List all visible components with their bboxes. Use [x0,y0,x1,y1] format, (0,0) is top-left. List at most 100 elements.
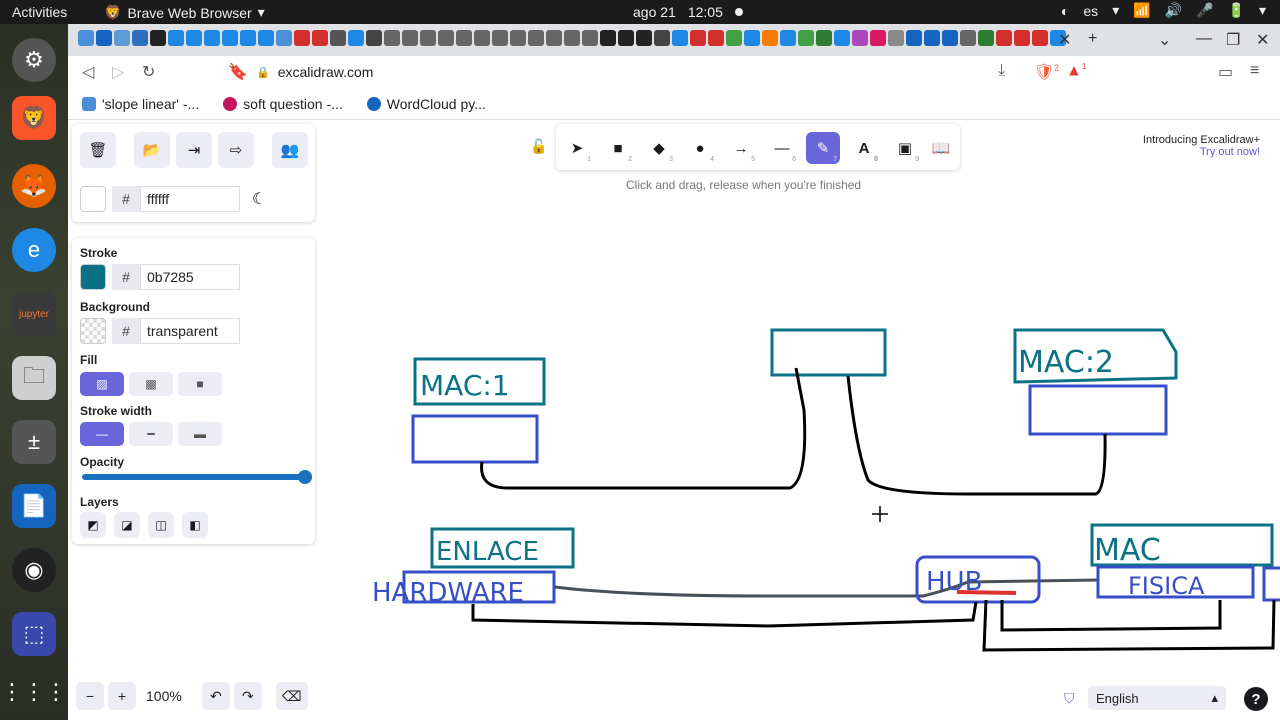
brave-icon[interactable]: 🦁 [12,96,56,140]
back-button[interactable]: ◁ [82,62,94,82]
brave-shields-icon[interactable]: 🛡2 [1034,62,1059,82]
tab-favicon-icon[interactable] [330,30,346,46]
image-tool[interactable]: ▣ 9 [888,132,922,164]
cable-line[interactable] [554,578,1099,598]
diamond-tool[interactable]: ◆ 3 [642,132,676,164]
reload-button[interactable]: ↻ [142,62,155,82]
opacity-slider-thumb[interactable] [298,470,312,484]
mac1-text[interactable]: MAC:1 [420,369,510,402]
activities-button[interactable]: Activities [12,4,67,20]
forward-button[interactable]: ▷ [112,62,124,82]
clock[interactable]: ago 21 12:05 [633,4,743,20]
tab-favicon-icon[interactable] [654,30,670,46]
trash-icon[interactable]: 🗑 [80,132,116,168]
tab-favicon-icon[interactable] [96,30,112,46]
tab-favicon-icon[interactable] [384,30,400,46]
tab-favicon-icon[interactable] [1014,30,1030,46]
promo-banner[interactable]: Introducing Excalidraw+ Try out now! [1143,134,1260,158]
jupyter-icon[interactable]: jupyter [12,292,56,336]
tab-favicon-icon[interactable] [762,30,778,46]
partial-box[interactable] [1262,566,1280,602]
edge-icon[interactable]: e [12,228,56,272]
tab-favicon-icon[interactable] [834,30,850,46]
brave-rewards-icon[interactable]: ▲1 [1066,62,1086,80]
tab-favicon-icon[interactable] [672,30,688,46]
lock-tool-icon[interactable]: 🔓 [530,138,547,155]
tab-favicon-icon[interactable] [528,30,544,46]
tab-favicon-icon[interactable] [708,30,724,46]
tab-favicon-icon[interactable] [222,30,238,46]
tab-favicon-icon[interactable] [186,30,202,46]
fill-hachure-option[interactable]: ▨ [80,372,124,396]
firefox-icon[interactable]: 🦊 [12,164,56,208]
stroke-extra-bold-option[interactable]: ▬ [178,422,222,446]
stroke-thin-option[interactable]: — [80,422,124,446]
opacity-slider[interactable] [82,470,312,484]
tab-favicon-icon[interactable] [600,30,616,46]
screenshot-icon[interactable]: ⬚ [12,612,56,656]
tab-favicon-icon[interactable] [348,30,364,46]
wire-line[interactable] [1000,600,1222,632]
tab-favicon-icon[interactable] [78,30,94,46]
tab-favicon-icon[interactable] [618,30,634,46]
tab-favicon-icon[interactable] [492,30,508,46]
bookmark-item[interactable]: soft question -... [223,96,343,112]
tab-favicon-icon[interactable] [780,30,796,46]
collaboration-icon[interactable]: 👥 [272,132,308,168]
line-tool[interactable]: —6 [765,132,799,164]
app-menu[interactable]: 🦁 Brave Web Browser ▾ [104,4,265,21]
background-swatch[interactable] [80,318,106,344]
tab-favicon-icon[interactable] [114,30,130,46]
enlace-text[interactable]: ENLACE [436,537,539,567]
undo-icon[interactable]: ↶ [201,682,230,710]
eraser-icon[interactable]: ⌫ [275,682,308,710]
writer-icon[interactable]: 📄 [12,484,56,528]
rectangle-tool[interactable]: ■ 2 [601,132,635,164]
tab-favicon-icon[interactable] [276,30,292,46]
bookmark-item[interactable]: 'slope linear' -... [82,96,199,112]
minimize-button[interactable]: — [1196,30,1212,48]
red-mark-line[interactable] [956,590,1017,595]
tab-favicon-icon[interactable] [150,30,166,46]
tab-favicon-icon[interactable] [726,30,742,46]
system-tray[interactable]: ◐ es ▾ 📶 🔊 🎤 🔋 ▾ [1061,2,1266,19]
apps-grid-icon[interactable]: ⋮⋮⋮ [1,670,67,714]
tab-favicon-icon[interactable] [564,30,580,46]
address-bar[interactable]: 🔒 excalidraw.com [256,60,1020,84]
bookmark-icon[interactable]: 🔖 [228,62,248,82]
send-to-back-icon[interactable]: ◩ [80,512,106,538]
zoom-out-button[interactable]: − [76,682,104,710]
tab-favicon-icon[interactable] [1032,30,1048,46]
tab-favicon-icon[interactable] [546,30,562,46]
wallet-icon[interactable]: ▭ [1218,62,1233,82]
mac1-box[interactable] [411,414,539,464]
tab-favicon-icon[interactable] [942,30,958,46]
tab-favicon-icon[interactable] [312,30,328,46]
obs-icon[interactable]: ◉ [12,548,56,592]
download-icon[interactable]: ⤓ [998,62,1005,80]
zoom-in-button[interactable]: + [108,682,136,710]
bring-to-front-icon[interactable]: ◧ [182,512,208,538]
open-folder-icon[interactable]: 📂 [134,132,170,168]
mac2-text[interactable]: MAC:2 [1018,345,1114,380]
tab-favicon-icon[interactable] [582,30,598,46]
draw-tool[interactable]: ✎ 7 [806,132,840,164]
tab-favicon-icon[interactable] [168,30,184,46]
fisica-text[interactable]: FISICA [1128,572,1205,600]
tab-favicon-icon[interactable] [978,30,994,46]
mac-text[interactable]: MAC [1094,533,1161,568]
close-window-button[interactable]: ✕ [1256,30,1269,50]
export-image-icon[interactable]: ⇨ [218,132,254,168]
zoom-reset-button[interactable]: 100% [140,682,188,710]
fill-solid-option[interactable]: ■ [178,372,222,396]
tab-favicon-icon[interactable] [456,30,472,46]
connector-line[interactable] [480,367,807,490]
tab-favicon-icon[interactable] [294,30,310,46]
tab-search-icon[interactable]: ⌄ [1158,30,1171,50]
text-tool[interactable]: A8 [847,132,881,164]
shield-icon[interactable]: ⛉ [1064,690,1075,707]
tab-favicon-icon[interactable] [366,30,382,46]
hardware-text[interactable]: HARDWARE [372,578,524,608]
tab-favicon-icon[interactable] [258,30,274,46]
tab-favicon-icon[interactable] [240,30,256,46]
